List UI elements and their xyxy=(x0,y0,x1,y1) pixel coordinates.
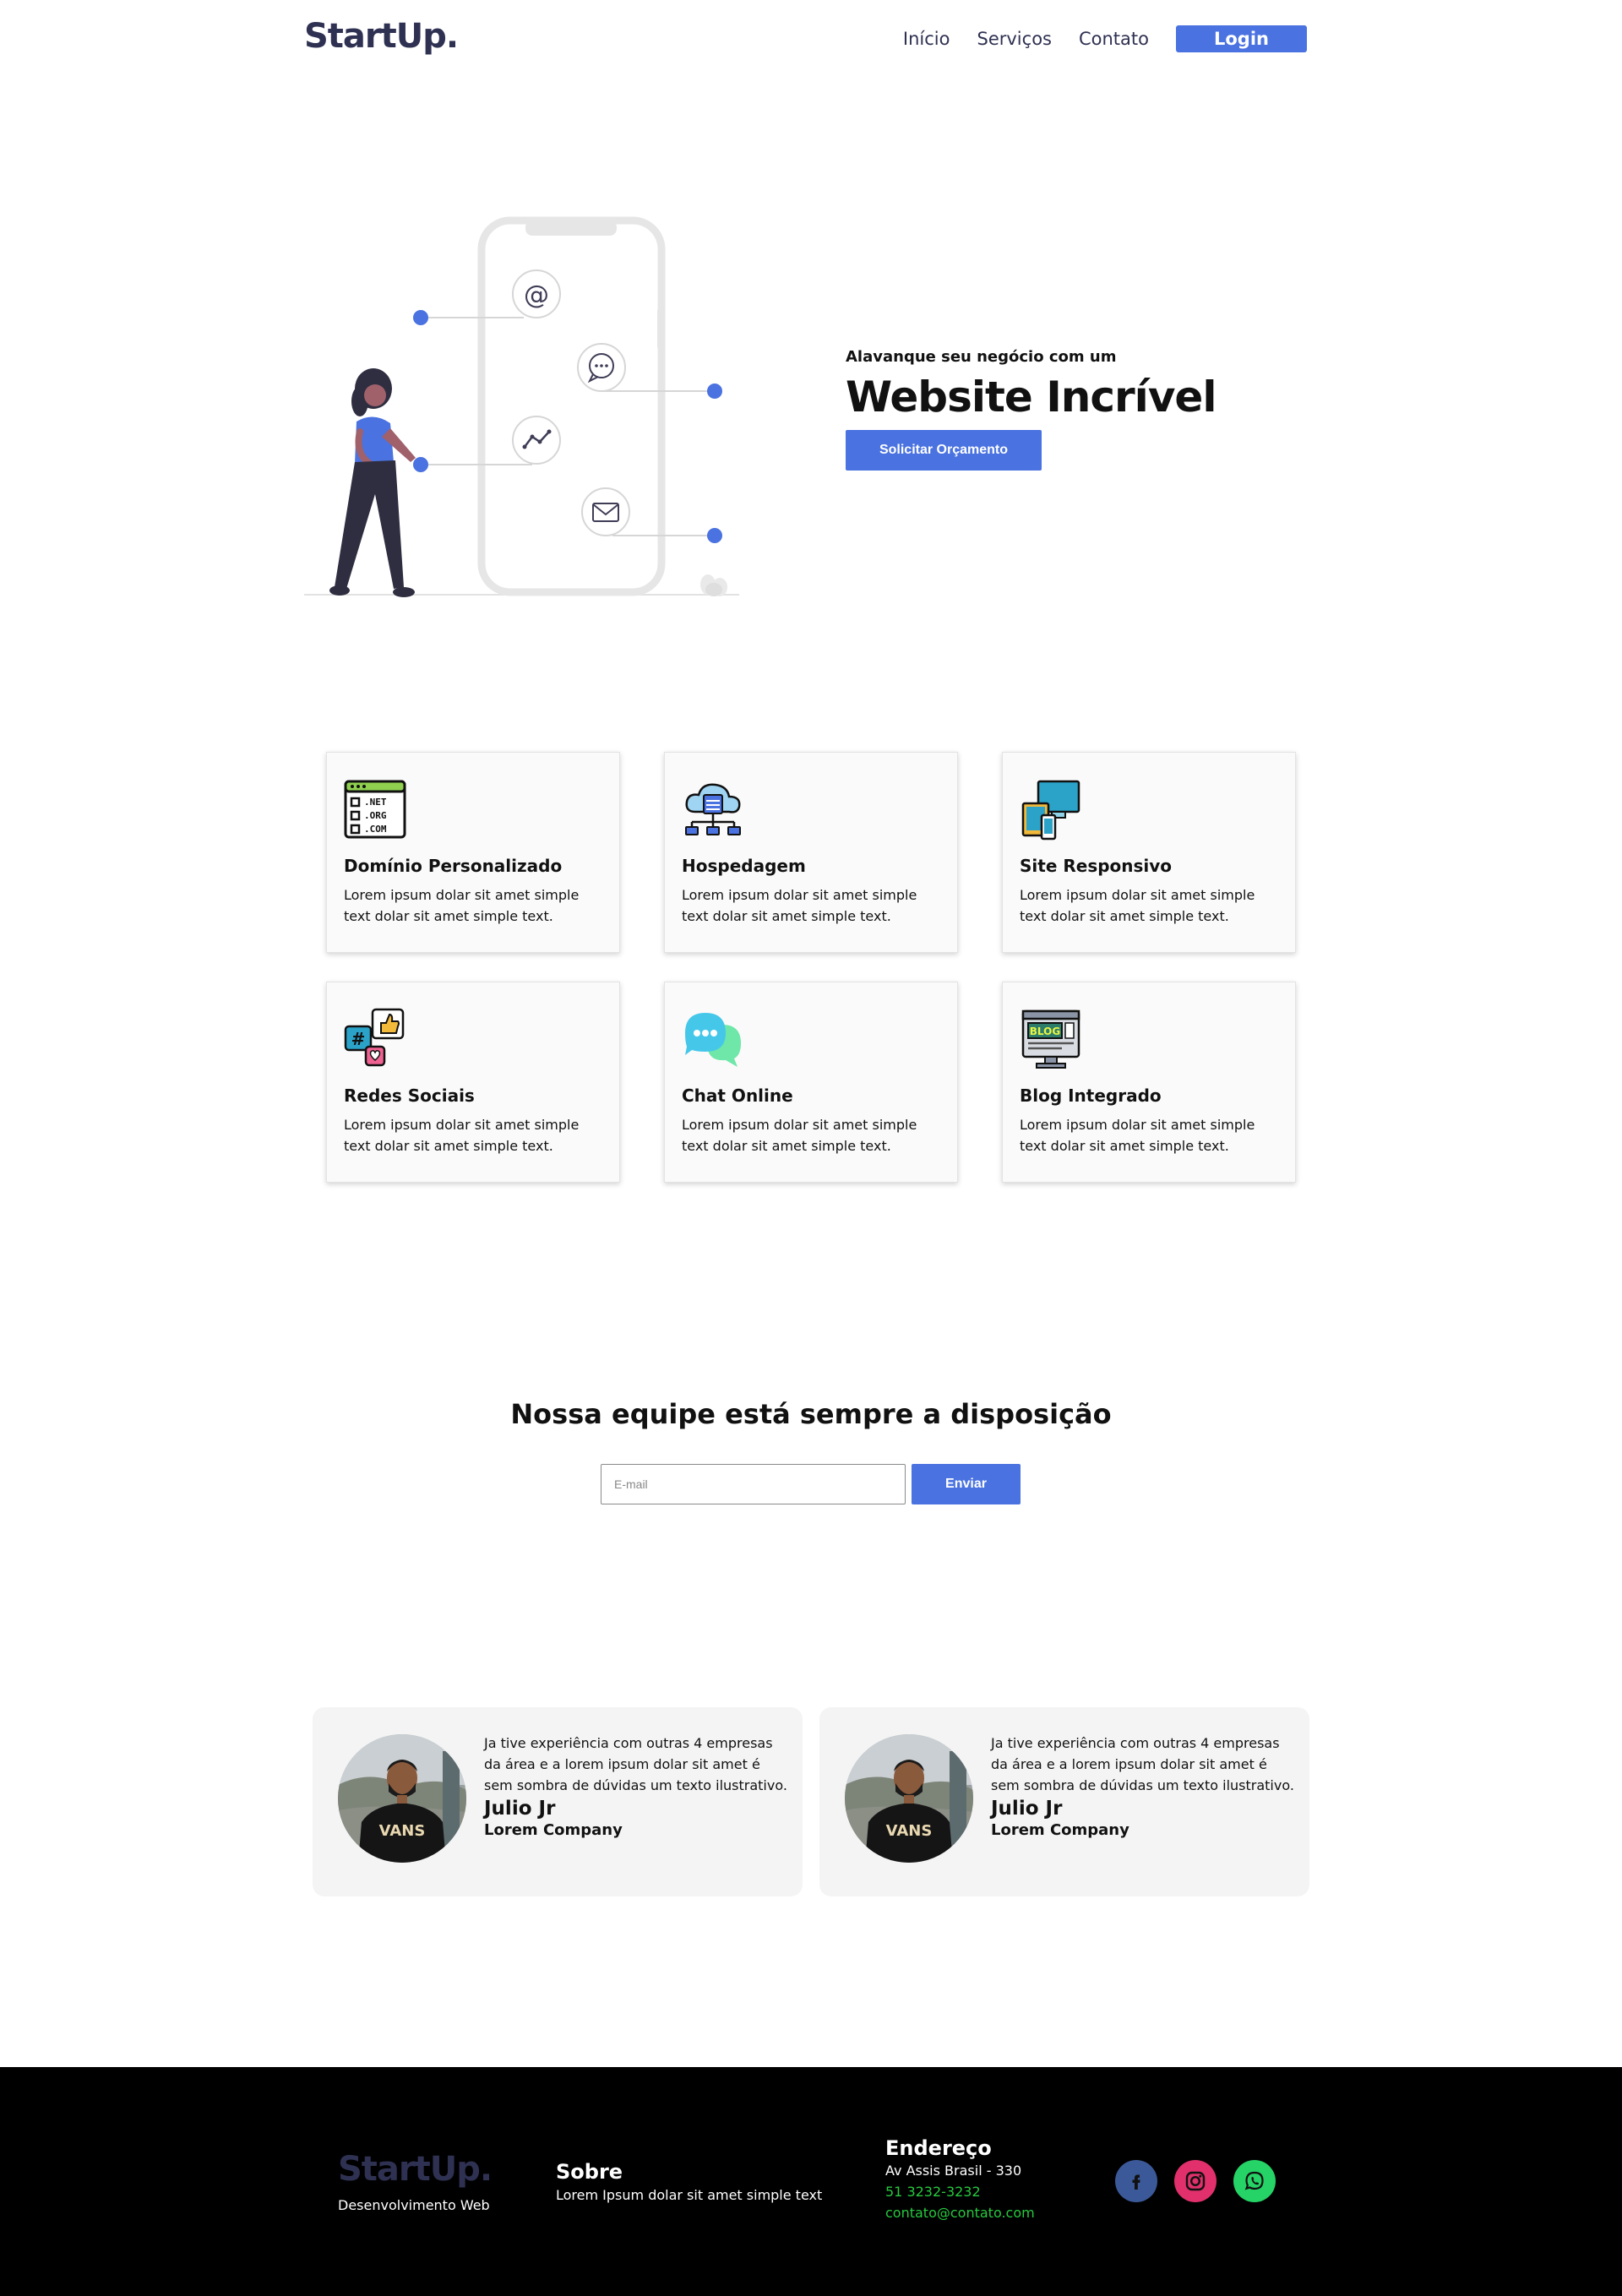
svg-text:.ORG: .ORG xyxy=(364,810,387,821)
testimonial-name: Julio Jr xyxy=(484,1798,556,1820)
testimonial-card: VANS Ja tive experiência com outras 4 em… xyxy=(313,1707,803,1896)
service-title: Chat Online xyxy=(682,1085,793,1106)
service-text: Lorem ipsum dolar sit amet simple text d… xyxy=(344,1117,580,1154)
service-title: Hospedagem xyxy=(682,856,806,876)
services-grid: .NET .ORG .COM Domínio Personalizado Lor… xyxy=(326,752,1298,1183)
nav-link-contato[interactable]: Contato xyxy=(1079,29,1149,49)
svg-text:#: # xyxy=(351,1029,366,1049)
footer-about: Sobre Lorem Ipsum dolar sit amet simple … xyxy=(556,2160,822,2203)
testimonial-card: VANS Ja tive experiência com outras 4 em… xyxy=(819,1707,1309,1896)
service-card: Site Responsivo Lorem ipsum dolar sit am… xyxy=(1002,752,1296,953)
service-title: Blog Integrado xyxy=(1020,1085,1162,1106)
service-text: Lorem ipsum dolar sit amet simple text d… xyxy=(682,887,917,924)
testimonial-body: Ja tive experiência com outras 4 empresa… xyxy=(991,1733,1295,1839)
footer-logo[interactable]: StartUp. xyxy=(338,2150,493,2189)
domain-icon: .NET .ORG .COM xyxy=(344,778,602,841)
service-text: Lorem ipsum dolar sit amet simple text d… xyxy=(1020,887,1255,924)
login-button[interactable]: Login xyxy=(1176,25,1307,52)
footer-phone-link[interactable]: 51 3232-3232 xyxy=(885,2181,1035,2202)
avatar: VANS xyxy=(845,1734,973,1863)
service-text: Lorem ipsum dolar sit amet simple text d… xyxy=(1020,1117,1255,1154)
service-title: Redes Sociais xyxy=(344,1085,475,1106)
service-text: Lorem ipsum dolar sit amet simple text d… xyxy=(682,1117,917,1154)
footer-address-line: Av Assis Brasil - 330 xyxy=(885,2163,1022,2179)
svg-text:VANS: VANS xyxy=(379,1822,426,1840)
hero-text: Alavanque seu negócio com um Website Inc… xyxy=(846,348,1216,471)
testimonial-company: Lorem Company xyxy=(991,1821,1129,1839)
footer-address: Endereço Av Assis Brasil - 330 51 3232-3… xyxy=(885,2136,1035,2223)
service-card: # Redes Sociais Lorem ipsum dolar sit am… xyxy=(326,982,620,1183)
testimonials: VANS Ja tive experiência com outras 4 em… xyxy=(313,1707,1326,1896)
footer-tagline: Desenvolvimento Web xyxy=(338,2197,490,2213)
svg-text:@: @ xyxy=(524,280,549,310)
site-footer: StartUp. Desenvolvimento Web Sobre Lorem… xyxy=(0,2067,1622,2296)
hero-illustration: @ xyxy=(304,215,739,600)
hero-subtitle: Alavanque seu negócio com um xyxy=(846,348,1117,366)
newsletter-form: Enviar xyxy=(601,1464,1021,1504)
service-title: Domínio Personalizado xyxy=(344,856,563,876)
testimonial-quote: Ja tive experiência com outras 4 empresa… xyxy=(991,1735,1294,1793)
email-input[interactable] xyxy=(601,1464,906,1504)
service-card: Chat Online Lorem ipsum dolar sit amet s… xyxy=(664,982,958,1183)
svg-text:VANS: VANS xyxy=(886,1822,933,1840)
responsive-devices-icon xyxy=(1020,778,1278,841)
logo[interactable]: StartUp. xyxy=(304,17,459,56)
hero-title: Website Incrível xyxy=(846,373,1216,422)
service-card: .NET .ORG .COM Domínio Personalizado Lor… xyxy=(326,752,620,953)
footer-address-title: Endereço xyxy=(885,2136,992,2160)
main-nav: Início Serviços Contato Login xyxy=(903,25,1307,52)
testimonial-name: Julio Jr xyxy=(991,1798,1063,1820)
newsletter-title: Nossa equipe está sempre a disposição xyxy=(510,1398,1112,1430)
svg-text:.NET: .NET xyxy=(364,797,387,808)
service-card: Hospedagem Lorem ipsum dolar sit amet si… xyxy=(664,752,958,953)
service-title: Site Responsivo xyxy=(1020,856,1173,876)
social-media-icon: # xyxy=(344,1008,602,1070)
chat-bubbles-icon xyxy=(682,1008,940,1070)
avatar: VANS xyxy=(338,1734,466,1863)
testimonial-quote: Ja tive experiência com outras 4 empresa… xyxy=(484,1735,787,1793)
nav-link-servicos[interactable]: Serviços xyxy=(977,29,1052,49)
testimonial-company: Lorem Company xyxy=(484,1821,623,1839)
footer-email-link[interactable]: contato@contato.com xyxy=(885,2202,1035,2223)
nav-link-inicio[interactable]: Início xyxy=(903,29,950,49)
svg-text:BLOG: BLOG xyxy=(1030,1026,1060,1037)
send-button[interactable]: Enviar xyxy=(912,1464,1021,1504)
site-header: StartUp. Início Serviços Contato Login xyxy=(0,0,1622,76)
cloud-server-icon xyxy=(682,778,940,841)
instagram-icon[interactable] xyxy=(1174,2160,1216,2202)
footer-about-text: Lorem Ipsum dolar sit amet simple text xyxy=(556,2187,823,2203)
facebook-icon[interactable] xyxy=(1115,2160,1157,2202)
testimonial-body: Ja tive experiência com outras 4 empresa… xyxy=(484,1733,788,1839)
service-card: BLOG Blog Integrado Lorem ipsum dolar si… xyxy=(1002,982,1296,1183)
request-quote-button[interactable]: Solicitar Orçamento xyxy=(846,430,1042,471)
service-text: Lorem ipsum dolar sit amet simple text d… xyxy=(344,887,580,924)
svg-text:.COM: .COM xyxy=(364,824,387,835)
social-links xyxy=(1115,2160,1293,2202)
whatsapp-icon[interactable] xyxy=(1233,2160,1276,2202)
footer-about-title: Sobre xyxy=(556,2160,623,2184)
blog-icon: BLOG xyxy=(1020,1008,1278,1070)
